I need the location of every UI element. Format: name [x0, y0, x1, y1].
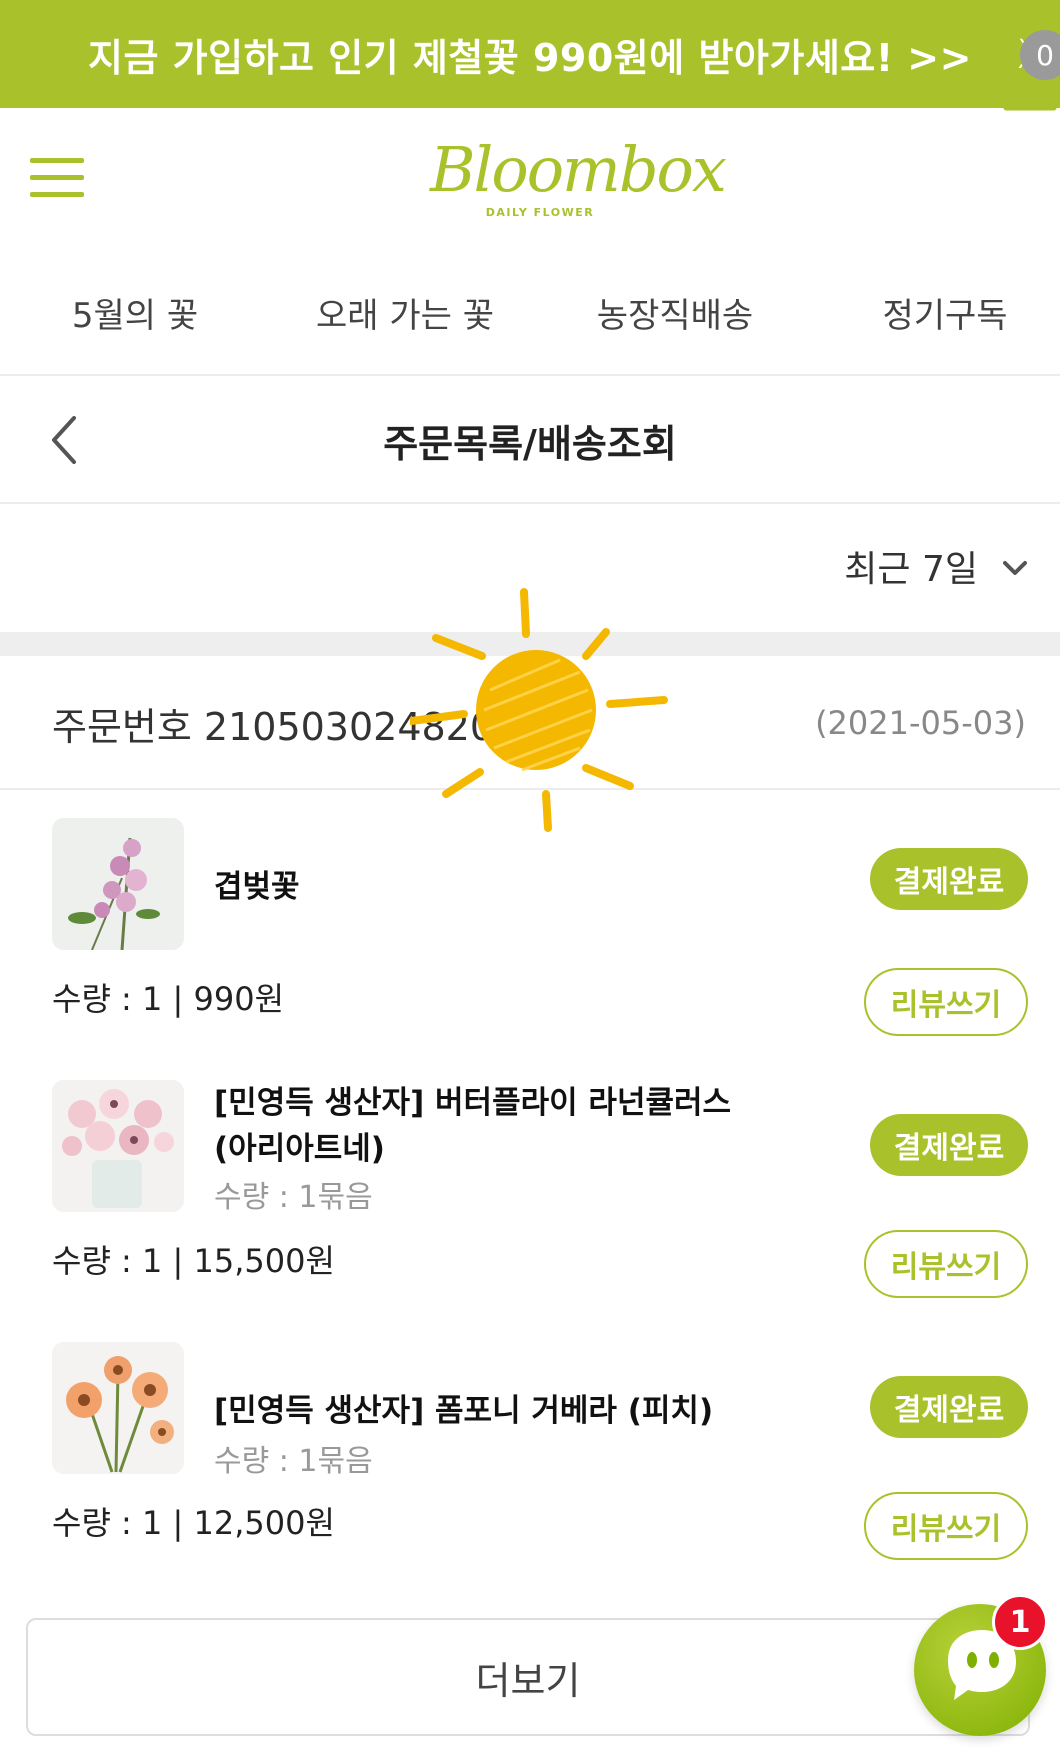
site-header: Bloombox DAILY FLOWER	[0, 108, 1060, 258]
write-review-button[interactable]: 리뷰쓰기	[864, 1230, 1028, 1298]
quantity-price: 수량 : 1 | 15,500원	[52, 1242, 335, 1280]
status-badge: 결제완료	[870, 1114, 1028, 1176]
order-date: (2021-05-03)	[815, 704, 1026, 742]
logo-tagline: DAILY FLOWER	[485, 206, 595, 219]
product-thumbnail[interactable]	[52, 818, 184, 950]
menu-icon[interactable]	[30, 158, 84, 198]
chevron-down-icon[interactable]	[1000, 558, 1030, 578]
write-review-button[interactable]: 리뷰쓰기	[864, 1492, 1028, 1560]
period-select-value[interactable]: 최근 7일	[844, 540, 978, 592]
nav-item-subscription[interactable]: 정기구독	[860, 282, 1030, 342]
product-thumbnail[interactable]	[52, 1080, 184, 1212]
write-review-button[interactable]: 리뷰쓰기	[864, 968, 1028, 1036]
quantity-price: 수량 : 1 | 990원	[52, 980, 285, 1018]
status-badge: 결제완료	[870, 848, 1028, 910]
product-name[interactable]: 겹벚꽃	[214, 864, 734, 910]
nav-item-may-flowers[interactable]: 5월의 꽃	[40, 282, 230, 342]
product-name[interactable]: [민영득 생산자] 버터플라이 라넌큘러스(아리아트네)	[214, 1080, 734, 1172]
logo-wordmark: Bloombox	[430, 133, 727, 206]
promo-banner[interactable]: 지금 가입하고 인기 제철꽃 990원에 받아가세요! >> X	[0, 0, 1060, 108]
title-bar: 주문목록/배송조회	[0, 376, 1060, 504]
logo[interactable]: Bloombox DAILY FLOWER	[430, 133, 727, 234]
promo-text[interactable]: 지금 가입하고 인기 제철꽃 990원에 받아가세요! >>	[88, 27, 972, 82]
category-nav: 5월의 꽃 오래 가는 꽃 농장직배송 정기구독	[0, 258, 1060, 376]
back-arrow-icon[interactable]	[44, 412, 84, 468]
product-thumbnail[interactable]	[52, 1342, 184, 1474]
order-item: [민영득 생산자] 폼포니 거베라 (피치) 수량 : 1묶음 결제완료 수량 …	[0, 1314, 1060, 1576]
nav-item-farm-direct[interactable]: 농장직배송	[580, 282, 770, 342]
nav-item-long-lasting[interactable]: 오래 가는 꽃	[300, 282, 510, 342]
sun-doodle-icon	[410, 588, 668, 832]
status-badge: 결제완료	[870, 1376, 1028, 1438]
chat-notification-badge: 1	[992, 1594, 1048, 1650]
product-option: 수량 : 1묶음	[214, 1180, 373, 1215]
page-title: 주문목록/배송조회	[383, 421, 677, 466]
product-option: 수량 : 1묶음	[214, 1444, 373, 1479]
order-item: [민영득 생산자] 버터플라이 라넌큘러스(아리아트네) 수량 : 1묶음 결제…	[0, 1052, 1060, 1314]
load-more-button[interactable]: 더보기	[26, 1618, 1030, 1736]
product-name[interactable]: [민영득 생산자] 폼포니 거베라 (피치)	[214, 1388, 734, 1434]
quantity-price: 수량 : 1 | 12,500원	[52, 1504, 335, 1542]
